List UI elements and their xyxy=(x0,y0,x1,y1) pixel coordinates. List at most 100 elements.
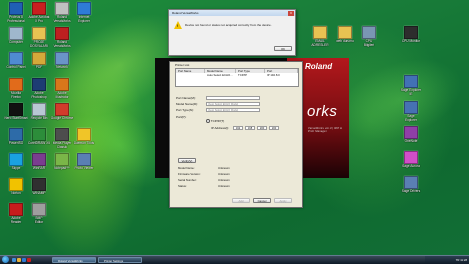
ok-button[interactable]: OK xyxy=(274,46,292,51)
desktop-icon-label: WINAMP xyxy=(32,191,46,195)
apply-button[interactable]: Apply xyxy=(274,198,292,203)
start-button[interactable] xyxy=(2,256,9,263)
explorer-icon[interactable] xyxy=(17,258,21,262)
desktop-icon[interactable]: Daemon Tools xyxy=(64,128,104,146)
desktop-icon[interactable]: Google Chrome xyxy=(42,103,82,121)
info-label: Firmware Version: xyxy=(178,172,201,176)
desktop-icon[interactable]: BMP Editor xyxy=(19,203,59,224)
port-name-label: Port Name(M): xyxy=(176,96,196,100)
product-logo-text: orks xyxy=(307,103,338,120)
desktop-icon-label: BMP Editor xyxy=(34,216,44,224)
verify-button[interactable]: Verify(V) xyxy=(178,158,196,163)
versaworks-icon[interactable] xyxy=(27,258,31,262)
warning-icon: ! xyxy=(174,21,182,29)
printer-list-label: Printer List xyxy=(175,63,190,67)
model-name-label: Model Name(D): xyxy=(176,102,199,106)
dialog-title: Roland VersaWorks xyxy=(169,10,295,16)
desktop-icon-image xyxy=(404,151,418,164)
info-value: Unknown xyxy=(218,184,230,188)
desktop-icon[interactable]: Internet Explorer xyxy=(64,2,104,23)
desktop-icon-image xyxy=(32,203,46,216)
tcpip-radio[interactable]: TCP/IP(T) xyxy=(206,119,225,124)
close-button[interactable]: x xyxy=(288,10,294,16)
tcpip-radio-label: TCP/IP(T) xyxy=(210,119,225,123)
desktop-icon-image xyxy=(55,78,69,91)
printer-list-table[interactable]: Port Name Model Name Port Type Port Auto… xyxy=(175,68,299,87)
model-name-select[interactable]: [Auto Select ECHO Mode] xyxy=(206,102,260,106)
cancel-button[interactable]: Cancel xyxy=(253,198,271,203)
port-type-select[interactable]: [Auto Select ECHO Mode] xyxy=(206,108,260,112)
desktop-icon-image xyxy=(404,75,418,88)
desktop-icon-label: Network xyxy=(56,65,68,69)
port-name-field[interactable] xyxy=(206,96,260,100)
desktop-icon[interactable]: Sage Aurora xyxy=(391,151,431,169)
desktop-icon-label: OneNote xyxy=(404,139,418,143)
info-label: Serial Number: xyxy=(178,178,197,182)
warning-glyph: ! xyxy=(177,23,179,28)
desktop-icon-label: Sage Drivers xyxy=(401,189,421,193)
table-cell: TCP/IP xyxy=(238,73,248,77)
desktop-icon[interactable]: Sage Explorer IE xyxy=(391,75,431,96)
printer-settings-window[interactable]: Printer List Port Name Model Name Port T… xyxy=(169,61,303,208)
info-label: Status: xyxy=(178,184,187,188)
desktop-icon[interactable]: Adobe Illustrator xyxy=(42,78,82,99)
desktop-icon-image xyxy=(362,26,376,39)
desktop-icon-image xyxy=(404,26,418,39)
desktop-icon-image xyxy=(55,27,69,40)
desktop-icon-label: Sage Explorer xyxy=(405,114,417,122)
info-value: Unknown xyxy=(218,178,230,182)
error-message: Device not found or status not acquired … xyxy=(185,23,272,27)
desktop-icon[interactable]: Sage Drivers xyxy=(391,176,431,194)
table-cell: IP 192.8.0 xyxy=(267,73,280,77)
table-cell xyxy=(176,74,204,78)
desktop-icon-label: Sage Explorer IE xyxy=(400,88,422,96)
port-type-label: Port Type(N): xyxy=(176,108,194,112)
desktop-icon-image xyxy=(77,2,91,15)
desktop-icon[interactable]: CPU Monitor xyxy=(391,26,431,44)
table-cell: Auto Select ECHO... xyxy=(207,73,233,77)
ip-octet-field[interactable]: 192 xyxy=(233,126,243,130)
desktop-icon-label: CPU Monitor xyxy=(401,39,421,43)
taskbar-task[interactable]: Printer Settings xyxy=(98,257,142,263)
desktop-icon[interactable]: Roland VersaWorks xyxy=(42,27,82,48)
desktop-icon[interactable]: Network xyxy=(42,52,82,70)
desktop: Proteus 8 Professional Adobe Acrobat X Pr… xyxy=(0,0,469,255)
brand-logo-text: Roland xyxy=(305,62,333,71)
desktop-icon-image xyxy=(32,178,46,191)
ip-octet-field[interactable]: 168 xyxy=(245,126,255,130)
desktop-icon[interactable]: Sage Explorer xyxy=(391,101,431,122)
info-label: Model Name: xyxy=(178,166,195,170)
product-subtitle: VersaWorks ver.3 | RIP & Print Manager xyxy=(308,127,343,133)
desktop-icon-label: Daemon Tools xyxy=(73,141,95,145)
desktop-icon-image xyxy=(404,126,418,139)
add-button[interactable]: Add xyxy=(232,198,250,203)
desktop-icon[interactable]: Photo Viewer xyxy=(64,153,104,171)
desktop-icon-image xyxy=(55,103,69,116)
desktop-icon[interactable]: CPU Bilgileri xyxy=(349,26,389,47)
desktop-icon-image xyxy=(55,52,69,65)
desktop-icon-label: Photo Viewer xyxy=(74,166,94,170)
info-value: Unknown xyxy=(218,166,230,170)
desktop-icon-image xyxy=(77,153,91,166)
desktop-icon-label: Adobe Illustrator xyxy=(55,91,69,99)
info-value: Unknown xyxy=(218,172,230,176)
taskbar-task[interactable]: Roland VersaWorks xyxy=(52,257,96,263)
desktop-icon-label: CPU Bilgileri xyxy=(363,39,375,47)
desktop-icon-label: Internet Explorer xyxy=(78,15,90,23)
desktop-icon[interactable]: OneNote xyxy=(391,126,431,144)
ip-octet-field[interactable]: 200 xyxy=(257,126,267,130)
desktop-icon-image xyxy=(404,176,418,189)
ip-octet-field[interactable]: 200 xyxy=(269,126,279,130)
ip-address-label: IP Address(I): xyxy=(211,126,230,130)
port-label: Port(P): xyxy=(176,115,187,119)
desktop-icon-label: Google Chrome xyxy=(50,116,74,120)
desktop-icon-image xyxy=(404,101,418,114)
desktop-icon-label: Roland VersaWorks xyxy=(53,40,71,48)
show-desktop-icon[interactable] xyxy=(12,258,16,262)
radio-icon xyxy=(206,119,210,124)
error-message-dialog[interactable]: Roland VersaWorks x ! Device not found o… xyxy=(168,9,296,56)
desktop-icon[interactable]: WINAMP xyxy=(19,178,59,196)
column-header[interactable]: Port Name xyxy=(176,69,205,73)
internet-explorer-icon[interactable] xyxy=(22,258,26,262)
desktop-icon-label: Sage Aurora xyxy=(402,164,420,168)
